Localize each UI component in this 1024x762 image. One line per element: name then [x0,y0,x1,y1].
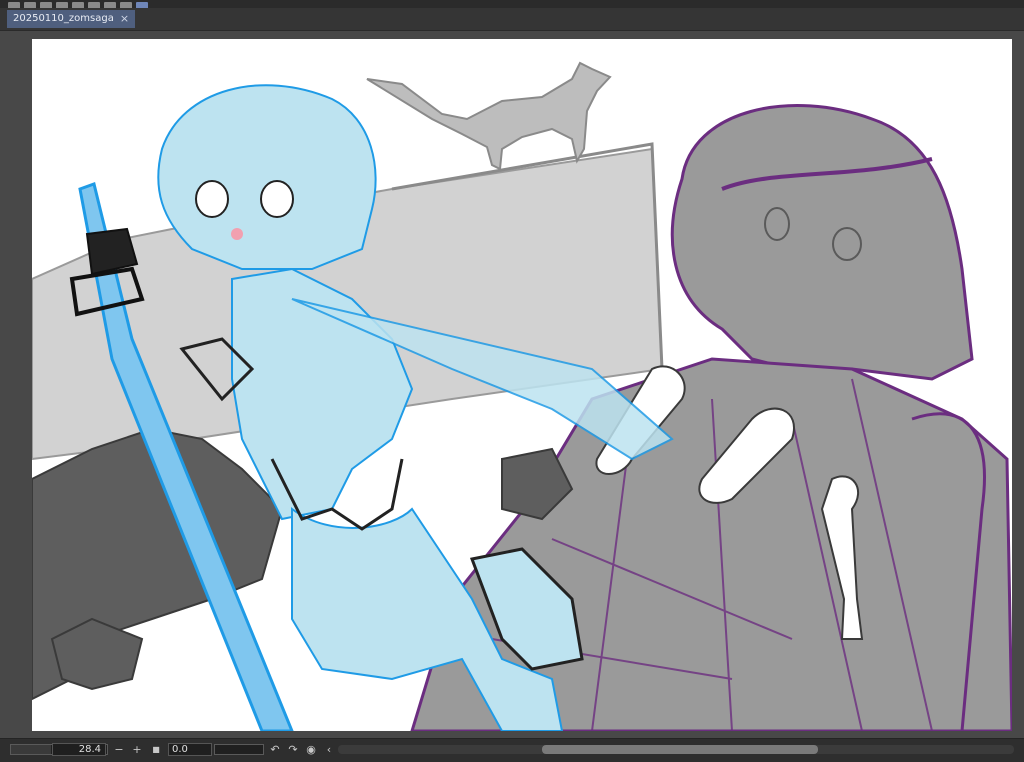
canvas-workspace[interactable] [0,31,1024,738]
document-tab[interactable]: 20250110_zomsaga × [7,10,136,28]
scrollbar-thumb[interactable] [542,745,818,754]
document-tab-bar: 20250110_zomsaga × [0,8,1024,31]
fit-to-screen-button[interactable]: ■ [149,742,163,757]
status-bar: 28.4 − + ■ 0.0 ↶ ↷ ◉ ‹ [0,738,1024,762]
top-toolbar [0,0,1024,8]
zoom-value-field[interactable]: 28.4 [52,743,106,756]
drawing-canvas[interactable] [32,39,1012,731]
reset-rotation-icon[interactable]: ◉ [304,742,318,757]
zoom-out-button[interactable]: − [112,742,126,757]
rotate-left-icon[interactable]: ↶ [268,742,282,757]
close-icon[interactable]: × [120,10,129,28]
document-tab-label: 20250110_zomsaga [13,13,114,24]
rotation-slider[interactable] [214,744,264,755]
sketch-artwork [32,61,1012,731]
fox-sketch [366,61,612,171]
rotate-right-icon[interactable]: ↷ [286,742,300,757]
rotation-value-field[interactable]: 0.0 [168,743,212,756]
zoom-in-button[interactable]: + [130,742,144,757]
horizontal-scrollbar[interactable] [338,745,1014,754]
collapse-icon[interactable]: ‹ [322,742,336,757]
